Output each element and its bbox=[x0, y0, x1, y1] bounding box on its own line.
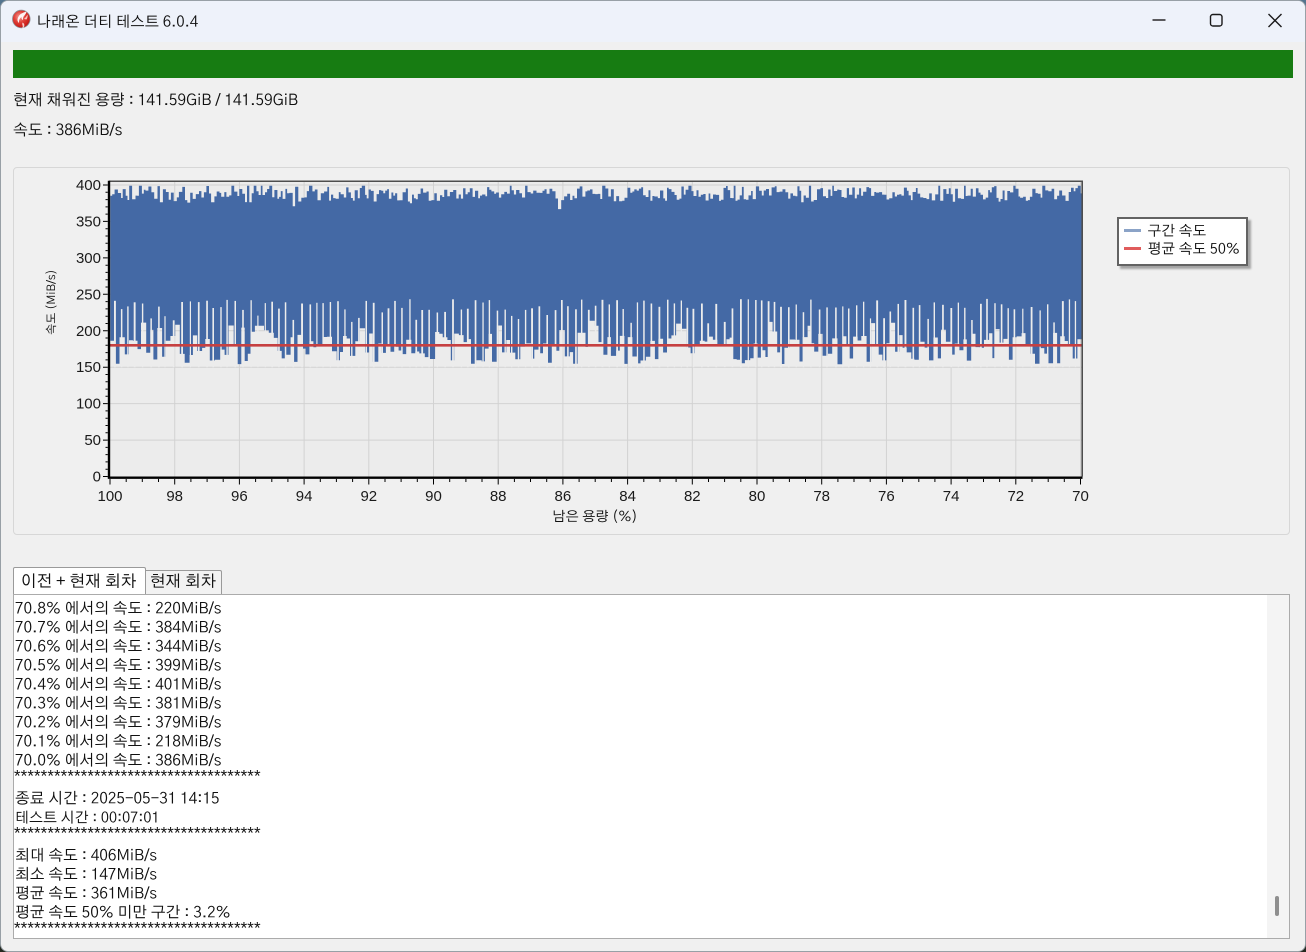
svg-text:92: 92 bbox=[360, 488, 377, 505]
svg-text:200: 200 bbox=[76, 323, 101, 340]
svg-text:******************************: ************************************* bbox=[14, 767, 261, 786]
svg-text:******************************: ************************************* bbox=[14, 824, 261, 843]
svg-text:0: 0 bbox=[93, 469, 101, 486]
svg-text:98: 98 bbox=[166, 488, 183, 505]
svg-text:90: 90 bbox=[425, 488, 442, 505]
svg-text:94: 94 bbox=[296, 488, 313, 505]
svg-text:82: 82 bbox=[684, 488, 701, 505]
svg-text:400: 400 bbox=[76, 177, 101, 194]
svg-text:300: 300 bbox=[76, 250, 101, 267]
svg-text:88: 88 bbox=[490, 488, 507, 505]
svg-text:100: 100 bbox=[76, 396, 101, 413]
svg-text:74: 74 bbox=[943, 488, 960, 505]
svg-text:96: 96 bbox=[231, 488, 248, 505]
svg-text:84: 84 bbox=[619, 488, 636, 505]
svg-text:72: 72 bbox=[1007, 488, 1024, 505]
svg-text:70: 70 bbox=[1072, 488, 1089, 505]
svg-text:250: 250 bbox=[76, 286, 101, 303]
svg-text:50: 50 bbox=[84, 432, 101, 449]
svg-text:76: 76 bbox=[878, 488, 895, 505]
svg-text:80: 80 bbox=[749, 488, 766, 505]
svg-text:100: 100 bbox=[97, 488, 122, 505]
svg-text:78: 78 bbox=[813, 488, 830, 505]
svg-text:150: 150 bbox=[76, 359, 101, 376]
svg-text:350: 350 bbox=[76, 213, 101, 230]
svg-text:******************************: ************************************* bbox=[14, 919, 261, 938]
svg-text:86: 86 bbox=[555, 488, 572, 505]
